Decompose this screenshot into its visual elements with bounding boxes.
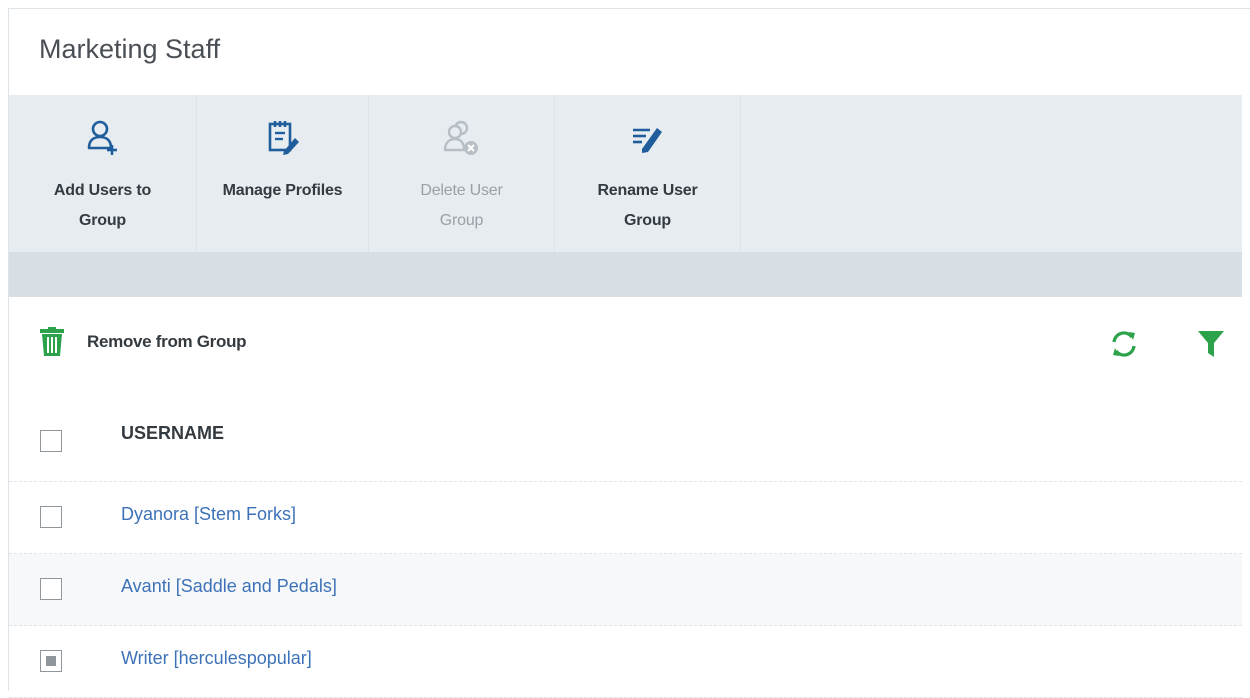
select-all-checkbox[interactable] [40, 430, 62, 452]
add-users-label-line1: Add Users to [53, 182, 152, 199]
row-checkbox[interactable] [40, 506, 62, 528]
refresh-button[interactable] [1109, 329, 1139, 364]
manage-profiles-icon [268, 121, 299, 155]
trash-icon [40, 327, 64, 356]
username-link[interactable]: Dyanora [Stem Forks] [121, 504, 296, 525]
table-row: Avanti [Saddle and Pedals] [9, 554, 1242, 626]
filter-icon [1198, 331, 1224, 357]
add-user-icon [87, 120, 117, 155]
table-row: Writer [herculespopular] [9, 626, 1242, 698]
delete-group-label-line2: Group [439, 212, 484, 229]
add-users-label-line2: Group [78, 212, 126, 229]
table-header-row: USERNAME [9, 397, 1242, 482]
delete-user-group-button[interactable]: Delete User Group [369, 95, 555, 252]
table-actions-row: Remove from Group [9, 297, 1242, 377]
username-link[interactable]: Avanti [Saddle and Pedals] [121, 576, 337, 597]
remove-from-group-label: Remove from Group [87, 332, 247, 351]
manage-profiles-button[interactable]: Manage Profiles [197, 95, 369, 252]
refresh-icon [1112, 331, 1136, 357]
rename-user-group-button[interactable]: Rename User Group [555, 95, 741, 252]
rename-group-label-line1: Rename User [597, 182, 698, 199]
delete-group-label-line1: Delete User [420, 182, 503, 199]
add-users-to-group-button[interactable]: Add Users to Group [9, 95, 197, 252]
table-row: Dyanora [Stem Forks] [9, 482, 1242, 554]
filter-button[interactable] [1197, 329, 1225, 364]
toolbar: Add Users to Group Manage Profiles Delet… [9, 95, 1242, 252]
row-checkbox-checked[interactable] [40, 650, 62, 672]
username-column-header[interactable]: USERNAME [121, 423, 224, 444]
rename-icon [632, 128, 662, 153]
toolbar-divider-band [9, 252, 1242, 297]
remove-from-group-button[interactable]: Remove from Group [39, 327, 247, 357]
group-details-panel: Marketing Staff Add Users to Group Manag… [8, 8, 1250, 698]
delete-group-icon [443, 120, 478, 155]
page-title: Marketing Staff [39, 34, 221, 64]
rename-group-label-line2: Group [623, 212, 671, 229]
username-link[interactable]: Writer [herculespopular] [121, 648, 312, 669]
row-checkbox[interactable] [40, 578, 62, 600]
manage-profiles-label: Manage Profiles [222, 182, 343, 199]
